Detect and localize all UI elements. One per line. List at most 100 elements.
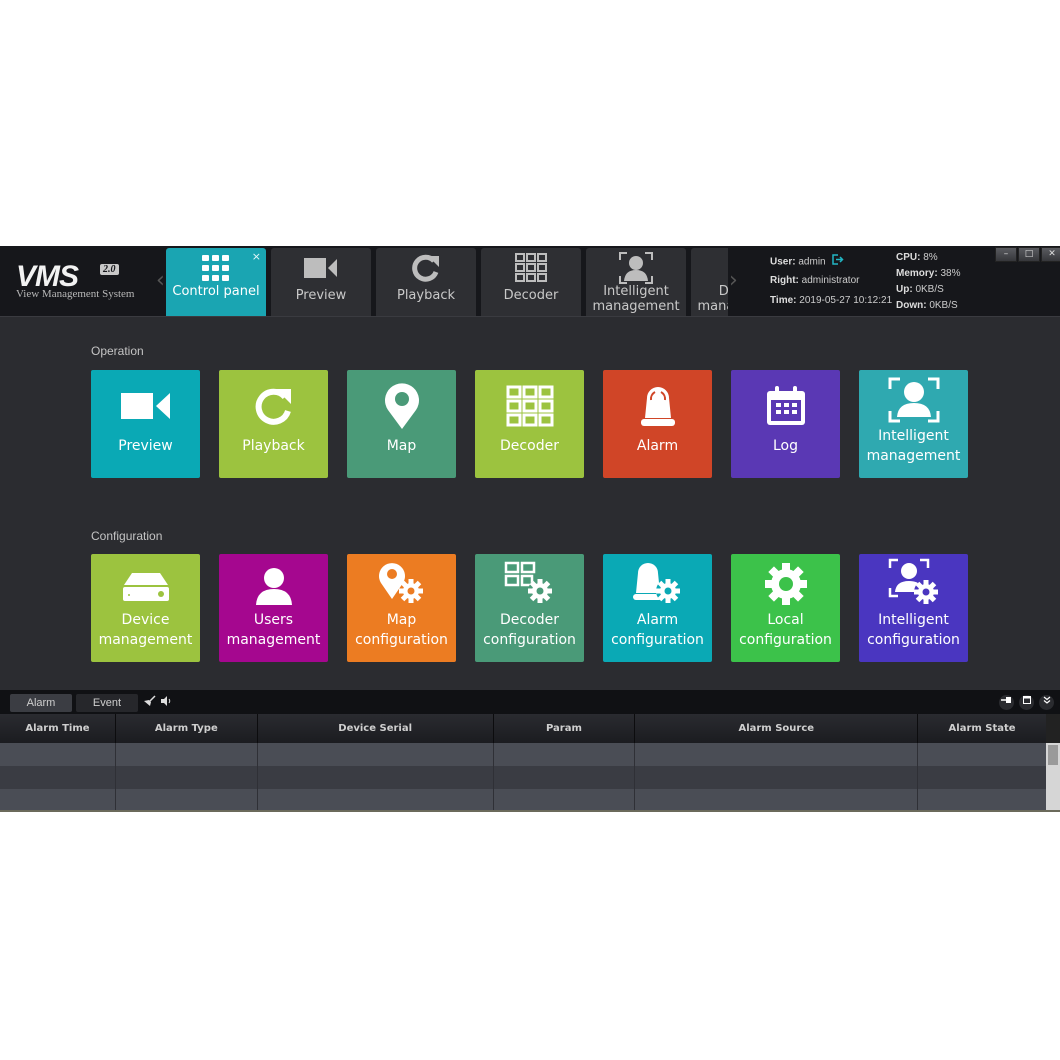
clear-icon[interactable] xyxy=(143,695,156,710)
minimize-button[interactable]: – xyxy=(995,247,1017,262)
tile-decoder[interactable]: Decoder xyxy=(475,370,584,478)
column-device-serial[interactable]: Device Serial xyxy=(258,714,494,743)
tab-control-panel[interactable]: × Control panel xyxy=(166,248,266,316)
table-header: Alarm Time Alarm Type Device Serial Para… xyxy=(0,714,1046,743)
face-gear-icon xyxy=(859,558,968,606)
column-alarm-type[interactable]: Alarm Type xyxy=(116,714,258,743)
tile-label: Alarm configuration xyxy=(611,612,704,648)
table-cell xyxy=(635,766,919,789)
tile-users-management[interactable]: Users management xyxy=(219,554,328,662)
map-gear-icon xyxy=(347,560,456,608)
table-cell xyxy=(258,766,494,789)
tile-log[interactable]: Log xyxy=(731,370,840,478)
tile-label: Log xyxy=(772,438,798,454)
scrollbar-thumb[interactable] xyxy=(1048,745,1058,765)
table-cell xyxy=(258,743,494,766)
down-value: 0KB/S xyxy=(929,300,958,311)
column-alarm-time[interactable]: Alarm Time xyxy=(0,714,116,743)
tile-map[interactable]: Map xyxy=(347,370,456,478)
operation-title: Operation xyxy=(91,344,144,358)
cpu-label: CPU: xyxy=(896,252,921,263)
table-row[interactable] xyxy=(0,789,1046,812)
user-info: User: admin Right: administrator Time: 2… xyxy=(770,254,892,314)
alarm-panel-tabs: Alarm Event xyxy=(10,694,138,712)
restore-icon[interactable] xyxy=(1019,695,1034,710)
alarm-tools xyxy=(143,695,172,710)
table-cell xyxy=(116,766,258,789)
tile-playback[interactable]: Playback xyxy=(219,370,328,478)
tabs-next-arrow[interactable]: › xyxy=(729,268,738,293)
alarm-panel: Alarm Event Alarm Time Alarm Type Device… xyxy=(0,690,1060,812)
tile-alarm[interactable]: Alarm xyxy=(603,370,712,478)
table-row[interactable] xyxy=(0,743,1046,766)
column-alarm-source[interactable]: Alarm Source xyxy=(635,714,919,743)
tile-intelligent-configuration[interactable]: Intelligent configuration xyxy=(859,554,968,662)
system-stats: CPU: 8% Memory: 38% Up: 0KB/S Down: 0KB/… xyxy=(896,251,960,315)
refresh-icon xyxy=(219,382,328,430)
table-cell xyxy=(494,743,636,766)
memory-label: Memory: xyxy=(896,268,938,279)
cpu-value: 8% xyxy=(923,252,938,263)
tab-label: Intelligent management xyxy=(592,284,680,314)
tile-label: Map configuration xyxy=(355,612,448,648)
table-cell xyxy=(635,743,919,766)
maximize-button[interactable]: □ xyxy=(1018,247,1040,262)
logout-icon[interactable] xyxy=(832,254,844,270)
tab-label: Playback xyxy=(396,288,455,303)
tile-label: Device management xyxy=(98,612,193,648)
table-cell xyxy=(918,789,1046,812)
map-pin-icon xyxy=(347,382,456,430)
tile-label: Playback xyxy=(242,438,305,454)
tile-label: Preview xyxy=(118,438,173,454)
memory-value: 38% xyxy=(940,268,961,279)
tabs-prev-arrow[interactable]: ‹ xyxy=(156,268,165,293)
table-cell xyxy=(635,789,919,812)
tile-label: Intelligent management xyxy=(866,428,961,464)
tab-decoder[interactable]: Decoder xyxy=(481,248,581,316)
tab-alarm[interactable]: Alarm xyxy=(10,694,72,712)
alarm-gear-icon xyxy=(603,560,712,608)
table-scrollbar[interactable] xyxy=(1046,714,1060,812)
window-bottom-edge xyxy=(0,810,1060,812)
table-row[interactable] xyxy=(0,766,1046,789)
down-label: Down: xyxy=(896,300,927,311)
tile-label: Decoder xyxy=(500,438,559,454)
alarm-bell-icon xyxy=(603,382,712,430)
table-cell xyxy=(0,766,116,789)
tab-device-management[interactable]: Device management xyxy=(691,248,728,316)
face-recognition-icon xyxy=(586,252,686,284)
pin-icon[interactable] xyxy=(999,695,1014,710)
configuration-title: Configuration xyxy=(91,529,163,543)
table-cell xyxy=(494,789,636,812)
tab-event[interactable]: Event xyxy=(76,694,138,712)
tile-decoder-configuration[interactable]: Decoder configuration xyxy=(475,554,584,662)
table-cell xyxy=(0,743,116,766)
tile-label: Alarm xyxy=(636,438,679,454)
close-button[interactable]: ✕ xyxy=(1041,247,1060,262)
tile-alarm-configuration[interactable]: Alarm configuration xyxy=(603,554,712,662)
time-label: Time: xyxy=(770,295,797,306)
tile-local-configuration[interactable]: Local configuration xyxy=(731,554,840,662)
tile-intelligent-management[interactable]: Intelligent management xyxy=(859,370,968,478)
time-value: 2019-05-27 10:12:21 xyxy=(799,295,893,306)
refresh-icon xyxy=(376,254,476,282)
table-cell xyxy=(494,766,636,789)
tile-preview[interactable]: Preview xyxy=(91,370,200,478)
column-param[interactable]: Param xyxy=(494,714,636,743)
tab-preview[interactable]: Preview xyxy=(271,248,371,316)
tile-map-configuration[interactable]: Map configuration xyxy=(347,554,456,662)
tab-label: Preview xyxy=(295,288,347,303)
tab-playback[interactable]: Playback xyxy=(376,248,476,316)
calendar-icon xyxy=(731,382,840,430)
tab-intelligent-management[interactable]: Intelligent management xyxy=(586,248,686,316)
user-icon xyxy=(219,562,328,610)
window-controls: – □ ✕ xyxy=(995,247,1060,262)
tile-device-management[interactable]: Device management xyxy=(91,554,200,662)
sound-icon[interactable] xyxy=(160,695,172,710)
column-alarm-state[interactable]: Alarm State xyxy=(918,714,1046,743)
collapse-icon[interactable] xyxy=(1039,695,1054,710)
vms-window: VMS 2.0 View Management System ‹ × Contr… xyxy=(0,246,1060,812)
logo-subtitle: View Management System xyxy=(16,288,135,300)
video-camera-icon xyxy=(91,382,200,430)
logo: VMS 2.0 View Management System xyxy=(14,260,159,310)
